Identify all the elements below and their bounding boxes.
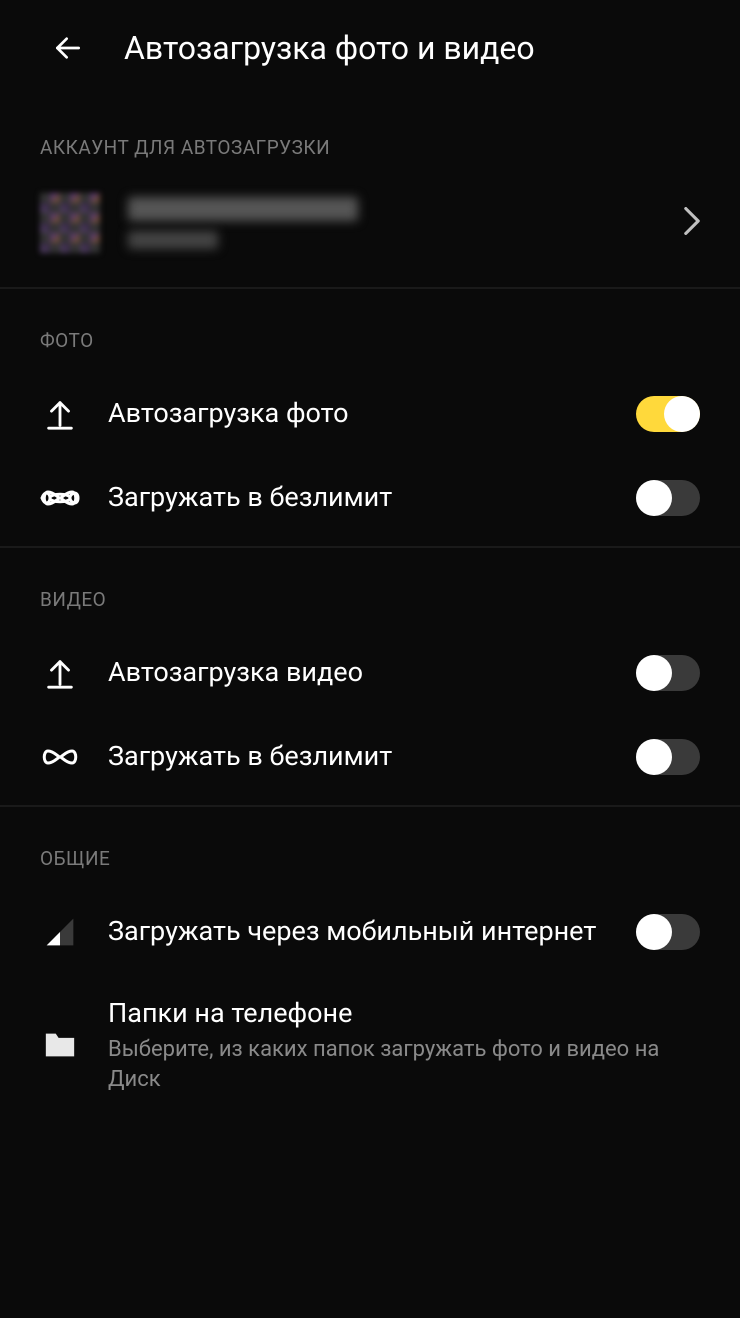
setting-text: Автозагрузка фото xyxy=(108,396,608,431)
setting-photo-auto-upload[interactable]: Автозагрузка фото xyxy=(0,372,740,456)
setting-sublabel: Выберите, из каких папок загружать фото … xyxy=(108,1035,700,1094)
cellular-icon xyxy=(40,912,80,952)
toggle-knob xyxy=(636,655,672,691)
setting-text: Загружать через мобильный интернет xyxy=(108,914,608,949)
upload-icon xyxy=(40,653,80,693)
toggle-knob xyxy=(636,739,672,775)
section-header-general: ОБЩИЕ xyxy=(0,807,740,890)
setting-phone-folders[interactable]: Папки на телефоне Выберите, из каких пап… xyxy=(0,974,740,1116)
back-button[interactable] xyxy=(48,28,88,68)
toggle-video-auto-upload[interactable] xyxy=(636,655,700,691)
setting-label: Автозагрузка фото xyxy=(108,396,608,431)
section-header-account: АККАУНТ ДЛЯ АВТОЗАГРУЗКИ xyxy=(0,96,740,179)
toggle-knob xyxy=(636,480,672,516)
account-name-redacted xyxy=(128,197,358,221)
setting-text: Загружать в безлимит xyxy=(108,739,608,774)
setting-photo-unlimited[interactable]: Загружать в безлимит xyxy=(0,456,740,540)
folder-icon xyxy=(40,1025,80,1065)
arrow-left-icon xyxy=(52,32,84,64)
setting-label: Загружать в безлимит xyxy=(108,480,608,515)
infinity-icon xyxy=(40,737,80,777)
setting-text: Автозагрузка видео xyxy=(108,655,608,690)
page-title: Автозагрузка фото и видео xyxy=(124,29,535,67)
setting-video-unlimited[interactable]: Загружать в безлимит xyxy=(0,715,740,799)
setting-mobile-data[interactable]: Загружать через мобильный интернет xyxy=(0,890,740,974)
upload-icon xyxy=(40,394,80,434)
toggle-mobile-data[interactable] xyxy=(636,914,700,950)
toggle-photo-auto-upload[interactable] xyxy=(636,396,700,432)
setting-label: Папки на телефоне xyxy=(108,996,700,1031)
section-header-photo: ФОТО xyxy=(0,289,740,372)
setting-text: Загружать в безлимит xyxy=(108,480,608,515)
section-header-video: ВИДЕО xyxy=(0,548,740,631)
setting-label: Автозагрузка видео xyxy=(108,655,608,690)
account-info xyxy=(128,197,684,249)
chevron-right-icon xyxy=(684,207,700,239)
infinity-icon xyxy=(40,478,80,518)
setting-label: Загружать в безлимит xyxy=(108,739,608,774)
toggle-knob xyxy=(664,396,700,432)
setting-label: Загружать через мобильный интернет xyxy=(108,914,608,949)
setting-text: Папки на телефоне Выберите, из каких пап… xyxy=(108,996,700,1094)
toggle-video-unlimited[interactable] xyxy=(636,739,700,775)
account-sub-redacted xyxy=(128,231,218,249)
account-row[interactable] xyxy=(0,179,740,281)
setting-video-auto-upload[interactable]: Автозагрузка видео xyxy=(0,631,740,715)
toggle-knob xyxy=(636,914,672,950)
avatar xyxy=(40,193,100,253)
toggle-photo-unlimited[interactable] xyxy=(636,480,700,516)
header: Автозагрузка фото и видео xyxy=(0,0,740,96)
